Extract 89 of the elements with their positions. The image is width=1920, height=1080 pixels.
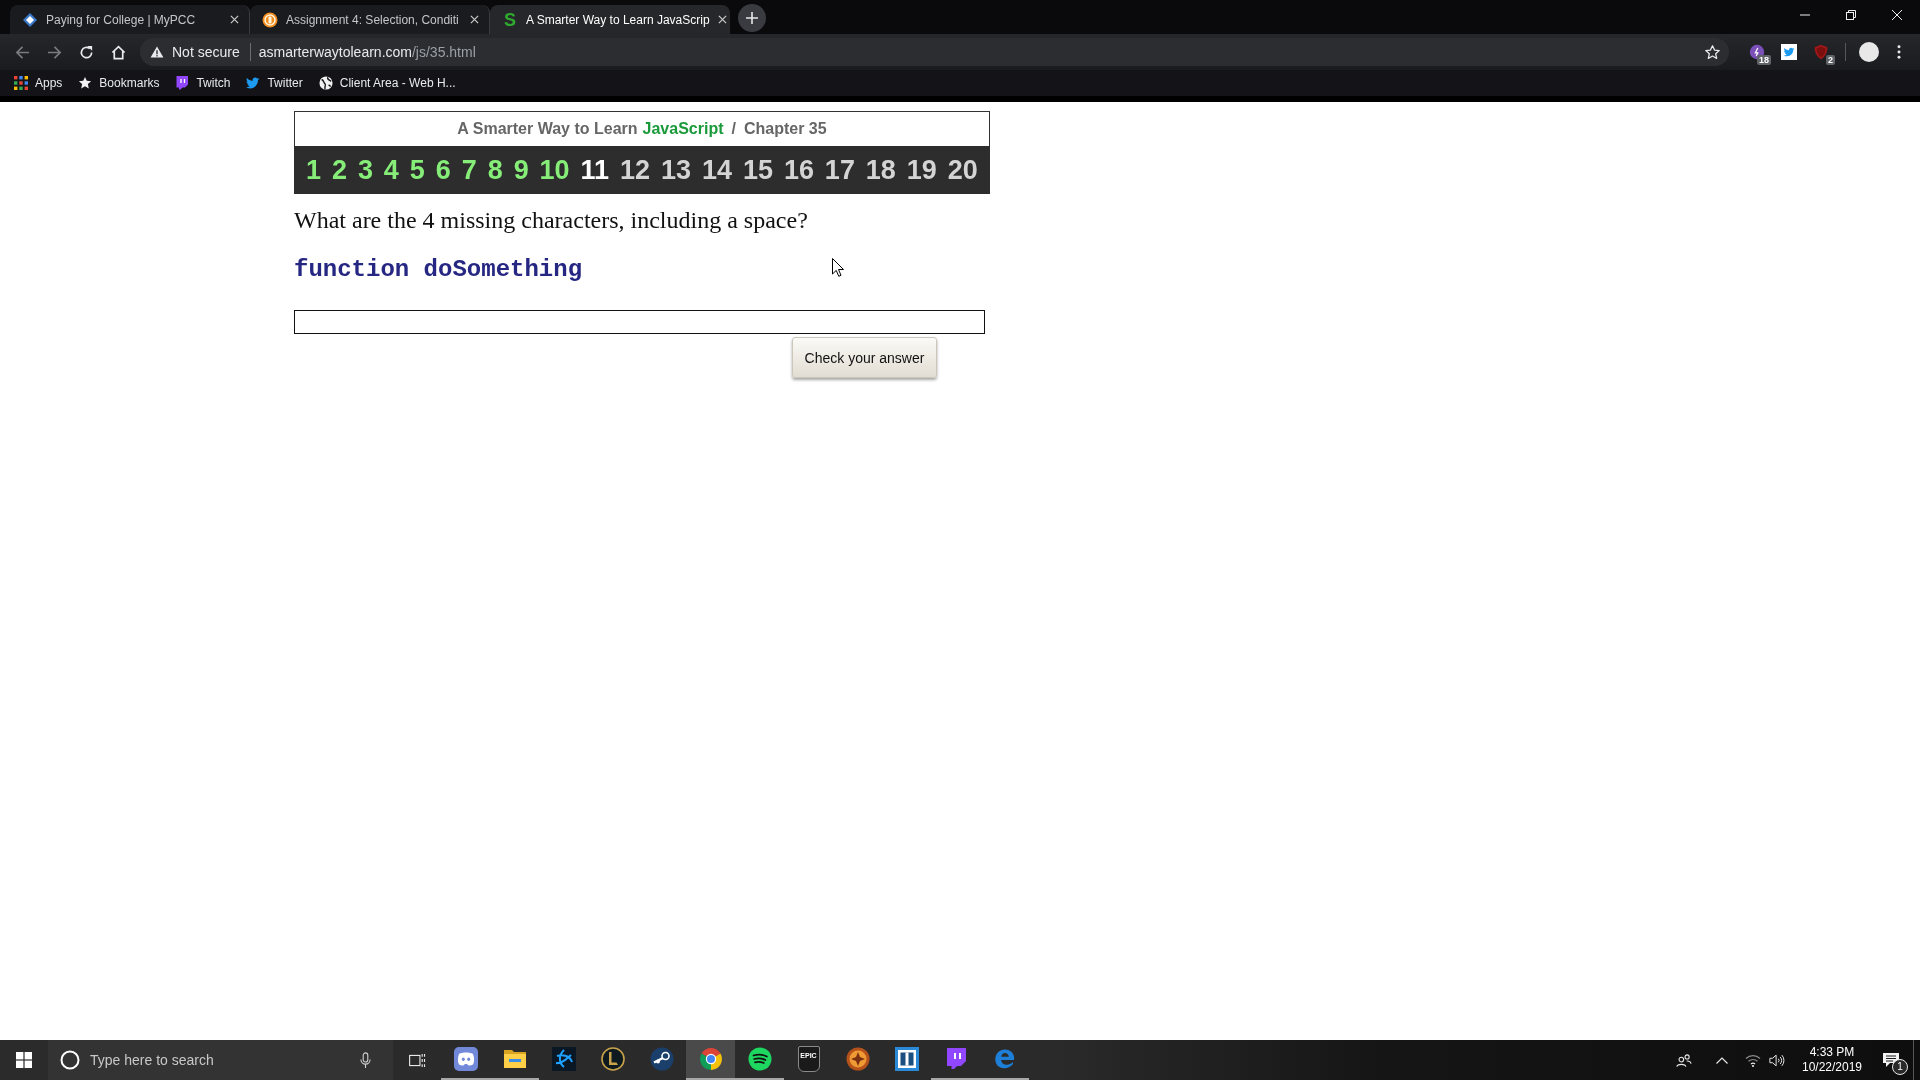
exercise-link[interactable]: 12: [620, 154, 651, 186]
action-center-button[interactable]: 1: [1869, 1040, 1913, 1080]
bookmark-link[interactable]: Twitch: [169, 71, 239, 95]
exercise-link[interactable]: 6: [435, 154, 451, 186]
back-arrow-icon: [14, 44, 30, 60]
exercise-link[interactable]: 7: [461, 154, 477, 186]
clock-time: 4:33 PM: [1809, 1045, 1855, 1060]
search-icon: [60, 1050, 80, 1070]
code-text: function doSomething: [294, 255, 583, 285]
browser-tab[interactable]: Paying for College | MyPCC: [10, 5, 250, 34]
medallion-icon: [845, 1047, 870, 1071]
shield-icon: [1813, 44, 1829, 60]
exercise-link[interactable]: 13: [661, 154, 692, 186]
taskbar-search-field[interactable]: Type here to search: [48, 1040, 393, 1080]
bookmark-link[interactable]: Bookmarks: [72, 71, 168, 95]
exercise-link[interactable]: 2: [331, 154, 347, 186]
windows-logo-icon: [16, 1052, 32, 1068]
chevron-up-icon: [1716, 1056, 1728, 1064]
check-answer-button[interactable]: Check your answer: [792, 337, 937, 378]
plus-icon: [746, 12, 758, 24]
key-circle-icon: [649, 1047, 674, 1071]
notification-badge: 1: [1892, 1059, 1908, 1075]
exercise-link[interactable]: 19: [906, 154, 937, 186]
close-icon: [1892, 10, 1902, 20]
bookmark-link[interactable]: Apps: [8, 71, 71, 95]
microphone-icon[interactable]: [360, 1051, 371, 1069]
new-tab-button[interactable]: [738, 4, 766, 32]
bookmark-link[interactable]: Client Area - Web H...: [312, 71, 464, 95]
medallion-icon: [262, 11, 278, 28]
avatar-icon: [1859, 42, 1879, 62]
star-icon: [78, 76, 93, 90]
warning-icon: [150, 46, 164, 58]
people-icon: [1676, 1052, 1692, 1068]
question-text: What are the 4 missing characters, including a space?: [294, 206, 808, 235]
close-icon[interactable]: [230, 15, 239, 24]
exercise-link[interactable]: 9: [513, 154, 529, 186]
menu-icon: [1897, 45, 1901, 59]
bird-tile-icon: [1781, 44, 1797, 60]
reload-icon: [78, 44, 94, 60]
exercise-link[interactable]: 8: [487, 154, 503, 186]
ring-emblem-icon: [600, 1047, 625, 1071]
speaker-icon: [1769, 1052, 1785, 1068]
clock-button[interactable]: 4:33 PM 10/22/2019: [1795, 1040, 1869, 1080]
mouse-pointer-icon: [832, 258, 844, 277]
diamond-icon: [22, 11, 38, 28]
e-logo-icon: [992, 1047, 1017, 1071]
exercise-link[interactable]: 4: [383, 154, 399, 186]
extension-badge: 2: [1826, 55, 1835, 65]
exercise-link[interactable]: 3: [357, 154, 373, 186]
speech-bubble-icon: [175, 76, 190, 90]
bird-icon: [246, 76, 261, 90]
exercise-link[interactable]: 18: [865, 154, 896, 186]
exercise-link[interactable]: 1: [306, 154, 322, 186]
close-icon[interactable]: [717, 15, 727, 24]
browser-tab[interactable]: Assignment 4: Selection, Conditi: [250, 5, 490, 34]
browser-tab[interactable]: S A Smarter Way to Learn JavaScrip: [490, 5, 730, 34]
exercise-link[interactable]: 10: [539, 154, 570, 186]
extension-button[interactable]: 2: [1805, 37, 1837, 67]
folder-icon: [502, 1047, 527, 1071]
favicon-letter: S: [503, 11, 517, 28]
url-text[interactable]: asmarterwaytolearn.com/js/35.html: [258, 44, 476, 60]
exercise-link[interactable]: 11: [580, 154, 610, 186]
address-bar[interactable]: Not secure asmarterwaytolearn.com/js/35.html: [140, 38, 1729, 66]
segmented-circle-icon: [698, 1047, 723, 1071]
task-view-icon: [408, 1052, 426, 1068]
extension-badge: 18: [1757, 55, 1771, 65]
exercise-link[interactable]: 5: [409, 154, 425, 186]
apps-grid-icon: [14, 76, 28, 90]
wifi-icon: [1745, 1052, 1761, 1068]
extension-button[interactable]: 18: [1741, 37, 1773, 67]
wave-lines-icon: [747, 1047, 772, 1071]
restore-icon: [1846, 10, 1856, 20]
close-icon[interactable]: [470, 15, 479, 24]
exercise-link[interactable]: 17: [824, 154, 855, 186]
exercise-link[interactable]: 14: [701, 154, 732, 186]
framed-tile-icon: [894, 1047, 919, 1071]
exercise-link[interactable]: 16: [783, 154, 814, 186]
bookmark-link[interactable]: Twitter: [240, 71, 311, 95]
swirl-tile-icon: [551, 1047, 576, 1071]
bookmark-star-icon[interactable]: [1704, 43, 1721, 61]
clock-date: 10/22/2019: [1801, 1060, 1863, 1075]
exercise-link[interactable]: 15: [742, 154, 773, 186]
face-tile-icon: [453, 1047, 478, 1071]
globe-icon: [318, 76, 333, 90]
answer-field[interactable]: [294, 310, 985, 334]
forward-arrow-icon: [46, 44, 62, 60]
exercise-link[interactable]: 20: [947, 154, 978, 186]
security-label[interactable]: Not secure: [172, 44, 240, 60]
home-icon: [110, 44, 126, 60]
